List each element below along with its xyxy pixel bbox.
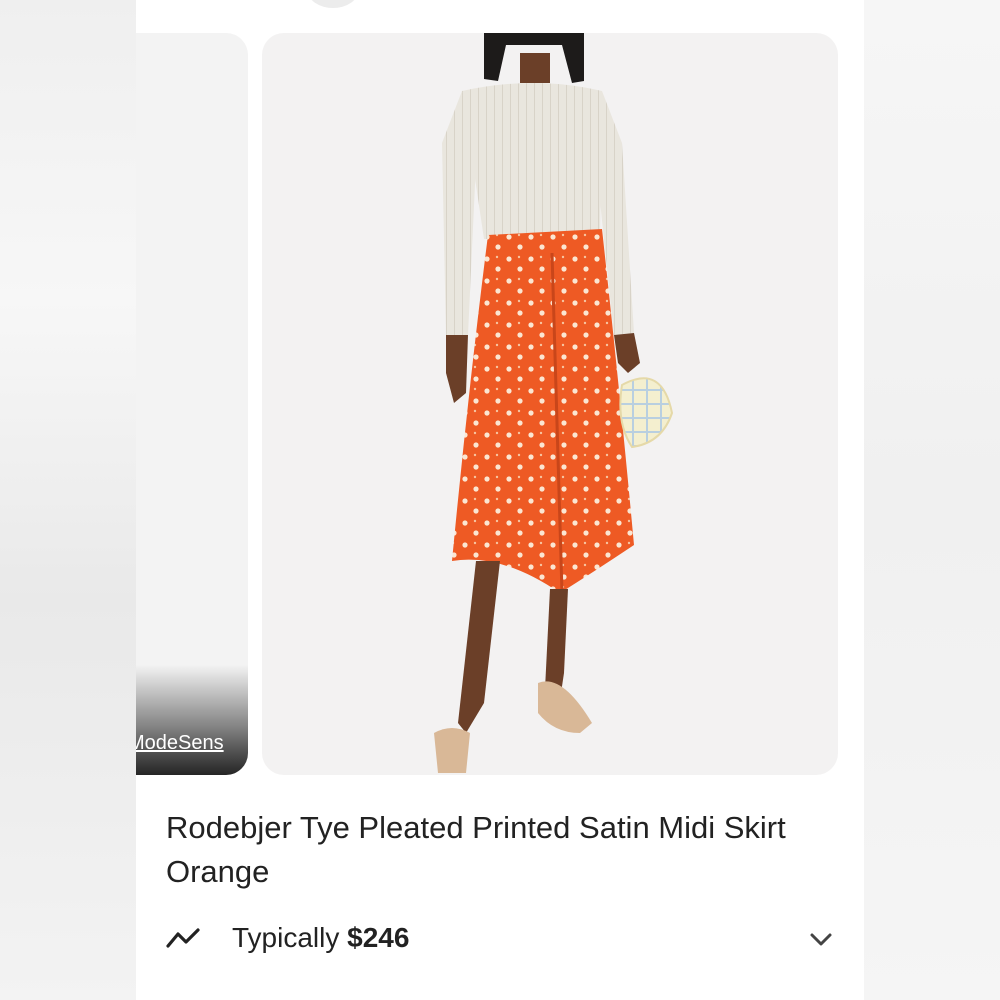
product-title[interactable]: Rodebjer Tye Pleated Printed Satin Midi … [166, 806, 846, 894]
chevron-down-icon[interactable] [806, 924, 836, 954]
typical-price: Typically $246 [232, 922, 409, 954]
background-left [0, 0, 136, 1000]
previous-image-card[interactable]: ModeSens [136, 33, 248, 775]
price-trend-icon [166, 928, 200, 948]
top-button[interactable] [308, 0, 358, 8]
price-row[interactable]: Typically $246 [166, 912, 836, 964]
product-image-card[interactable] [262, 33, 838, 775]
source-link[interactable]: ModeSens [136, 732, 224, 755]
price-prefix: Typically [232, 922, 340, 953]
background-right [864, 0, 1000, 1000]
price-value: $246 [347, 922, 410, 953]
product-panel: ModeSens Rodebjer Tye Pleated Printed Sa… [136, 0, 864, 1000]
product-image [434, 33, 674, 773]
image-shade [136, 665, 248, 775]
page: ModeSens Rodebjer Tye Pleated Printed Sa… [0, 0, 1000, 1000]
